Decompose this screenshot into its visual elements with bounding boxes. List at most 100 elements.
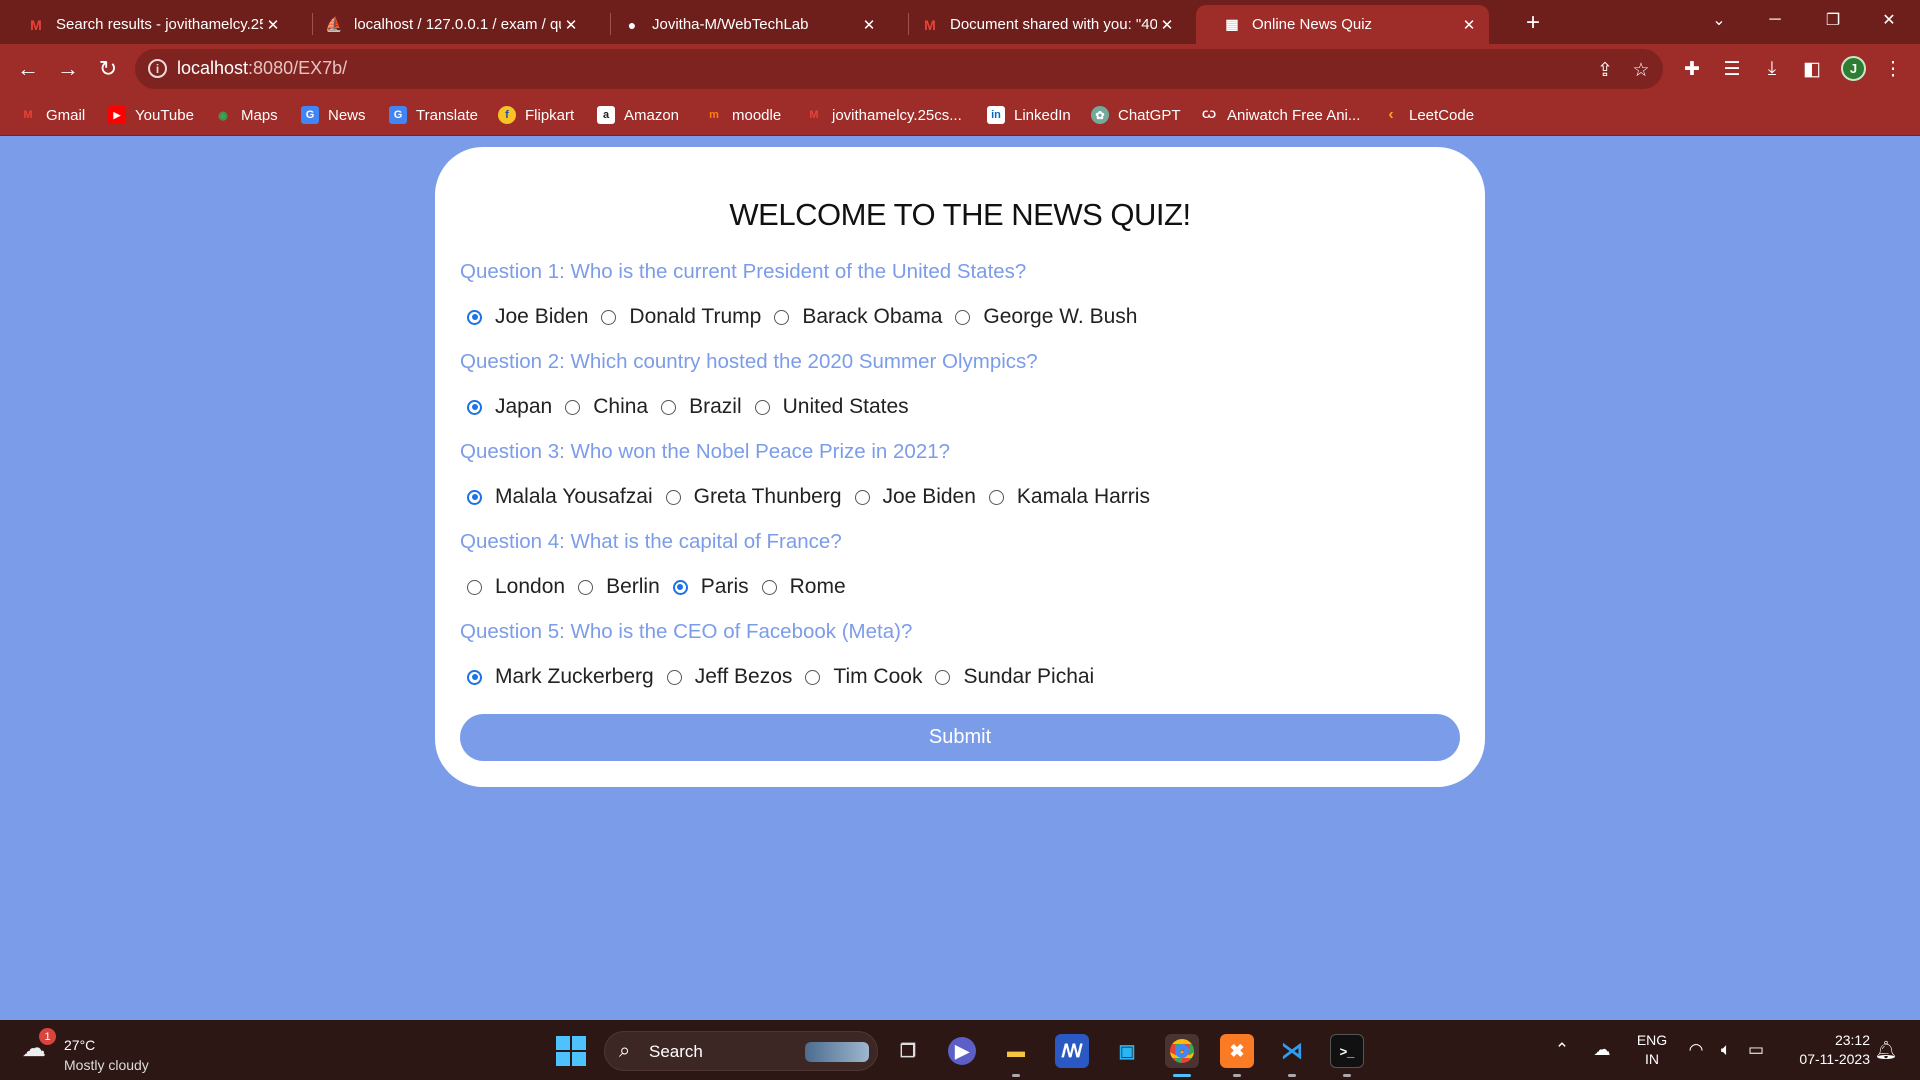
bookmark-flipkart[interactable]: f Flipkart — [498, 103, 574, 127]
bookmark-news[interactable]: G News — [301, 103, 366, 127]
radio-q2-china[interactable] — [565, 399, 581, 415]
option-label[interactable]: China — [593, 395, 648, 419]
bookmark-leetcode[interactable]: ‹ LeetCode — [1382, 103, 1474, 127]
browser-tab[interactable]: M Document shared with you: "40( ✕ — [894, 5, 1187, 44]
bookmark-linkedin[interactable]: in LinkedIn — [987, 103, 1071, 127]
terminal-icon[interactable]: >_ — [1330, 1034, 1364, 1068]
option-label[interactable]: Barack Obama — [802, 305, 942, 329]
bookmark-amazon[interactable]: a Amazon — [597, 103, 679, 127]
window-close-icon[interactable]: ✕ — [1866, 0, 1912, 40]
site-info-icon[interactable]: i — [148, 59, 167, 78]
option-label[interactable]: London — [495, 575, 565, 599]
radio-q1-george-bush[interactable] — [955, 309, 971, 325]
show-hidden-icons-icon[interactable]: ⌃ — [1550, 1038, 1574, 1062]
bookmark-gmail-account[interactable]: Mjovithamelcy.25cs... — [805, 103, 961, 127]
option-label[interactable]: Rome — [790, 575, 846, 599]
start-button[interactable] — [556, 1036, 586, 1066]
language-indicator[interactable]: ENG IN — [1632, 1031, 1672, 1069]
close-icon[interactable]: ✕ — [859, 15, 879, 35]
bookmark-chatgpt[interactable]: ✿ ChatGPT — [1091, 103, 1181, 127]
close-icon[interactable]: ✕ — [561, 15, 581, 35]
browser-tab[interactable]: ⛵ localhost / 127.0.0.1 / exam / qu ✕ — [298, 5, 591, 44]
bookmark-maps[interactable]: ◉ Maps — [214, 103, 278, 127]
menu-kebab-icon[interactable]: ⋮ — [1880, 56, 1906, 82]
radio-q3-joe-biden[interactable] — [854, 489, 870, 505]
option-label[interactable]: Mark Zuckerberg — [495, 665, 654, 689]
radio-q2-united-states[interactable] — [754, 399, 770, 415]
wifi-icon[interactable]: ◠ — [1684, 1038, 1708, 1062]
xampp-icon[interactable]: ✖ — [1220, 1034, 1254, 1068]
address-bar[interactable]: i localhost:8080/EX7b/ ⇪ ☆ — [135, 49, 1663, 89]
option-label[interactable]: Brazil — [689, 395, 742, 419]
submit-button[interactable]: Submit — [460, 714, 1460, 761]
task-view-icon[interactable]: ❐ — [891, 1034, 925, 1068]
remote-desktop-icon[interactable]: ▣ — [1110, 1034, 1144, 1068]
bookmark-star-icon[interactable]: ☆ — [1629, 58, 1653, 82]
file-explorer-icon[interactable]: ▬ — [999, 1034, 1033, 1068]
browser-tab[interactable]: ● Jovitha-M/WebTechLab ✕ — [596, 5, 889, 44]
radio-q4-rome[interactable] — [761, 579, 777, 595]
option-label[interactable]: George W. Bush — [983, 305, 1137, 329]
close-icon[interactable]: ✕ — [263, 15, 283, 35]
profile-avatar[interactable]: J — [1841, 56, 1866, 81]
back-button[interactable]: ← — [12, 53, 44, 85]
option-label[interactable]: Joe Biden — [883, 485, 976, 509]
radio-q5-mark-zuckerberg[interactable] — [467, 669, 482, 685]
radio-q4-berlin[interactable] — [578, 579, 594, 595]
volume-icon[interactable]: 🔈︎ — [1714, 1038, 1738, 1062]
browser-tab[interactable]: M Search results - jovithamelcy.25c ✕ — [0, 5, 293, 44]
battery-icon[interactable]: ▭ — [1744, 1038, 1768, 1062]
option-label[interactable]: Kamala Harris — [1017, 485, 1150, 509]
option-label[interactable]: Sundar Pichai — [963, 665, 1094, 689]
radio-q3-malala-yousafzai[interactable] — [467, 489, 482, 505]
restore-icon[interactable]: ❐ — [1810, 0, 1856, 40]
side-panel-icon[interactable]: ◧ — [1799, 56, 1825, 82]
new-tab-button[interactable]: + — [1518, 8, 1548, 38]
share-icon[interactable]: ⇪ — [1593, 58, 1617, 82]
teams-chat-icon[interactable]: ▶ — [948, 1037, 976, 1065]
radio-q5-sundar-pichai[interactable] — [935, 669, 951, 685]
browser-tab-active[interactable]: ▦ Online News Quiz ✕ — [1196, 5, 1489, 44]
taskbar-search[interactable]: ⌕ Search — [604, 1031, 878, 1071]
option-label[interactable]: Greta Thunberg — [694, 485, 842, 509]
option-label[interactable]: Japan — [495, 395, 552, 419]
download-icon[interactable]: ⤓ — [1759, 56, 1785, 82]
reload-button[interactable]: ↻ — [92, 53, 124, 85]
forward-button[interactable]: → — [52, 53, 84, 85]
option-label[interactable]: Joe Biden — [495, 305, 588, 329]
reading-list-icon[interactable]: ☰ — [1719, 56, 1745, 82]
url-text[interactable]: localhost:8080/EX7b/ — [177, 58, 347, 79]
close-icon[interactable]: ✕ — [1157, 15, 1177, 35]
radio-q5-tim-cook[interactable] — [805, 669, 821, 685]
option-label[interactable]: United States — [783, 395, 909, 419]
option-label[interactable]: Tim Cook — [833, 665, 922, 689]
clock[interactable]: 23:12 07-11-2023 — [1780, 1031, 1870, 1069]
notification-bell-icon[interactable]: 🔔︎ — [1874, 1038, 1898, 1062]
radio-q3-kamala-harris[interactable] — [988, 489, 1004, 505]
bookmark-youtube[interactable]: ▶ YouTube — [108, 103, 194, 127]
bookmark-moodle[interactable]: m moodle — [705, 103, 781, 127]
vscode-icon[interactable]: ⋊ — [1275, 1034, 1309, 1068]
option-label[interactable]: Malala Yousafzai — [495, 485, 653, 509]
option-label[interactable]: Paris — [701, 575, 749, 599]
close-icon[interactable]: ✕ — [1459, 15, 1479, 35]
app-icon[interactable]: ꟿ — [1055, 1034, 1089, 1068]
radio-q5-jeff-bezos[interactable] — [666, 669, 682, 685]
onedrive-icon[interactable]: ☁ — [1590, 1038, 1614, 1062]
radio-q4-london[interactable] — [467, 579, 482, 595]
radio-q1-barack-obama[interactable] — [774, 309, 790, 325]
radio-q2-japan[interactable] — [467, 399, 482, 415]
option-label[interactable]: Berlin — [606, 575, 660, 599]
radio-q2-brazil[interactable] — [661, 399, 677, 415]
bookmark-gmail[interactable]: M Gmail — [19, 103, 85, 127]
bookmark-translate[interactable]: G Translate — [389, 103, 478, 127]
minimize-icon[interactable]: ─ — [1752, 0, 1798, 40]
radio-q4-paris[interactable] — [672, 579, 688, 595]
chrome-icon[interactable] — [1165, 1034, 1199, 1068]
tab-search-icon[interactable]: ⌄ — [1696, 0, 1742, 40]
radio-q1-donald-trump[interactable] — [601, 309, 617, 325]
weather-widget[interactable]: ☁ 1 27°C Mostly cloudy — [22, 1028, 162, 1073]
bookmark-aniwatch[interactable]: Ѡ Aniwatch Free Ani... — [1200, 103, 1360, 127]
radio-q1-joe-biden[interactable] — [467, 309, 482, 325]
option-label[interactable]: Jeff Bezos — [695, 665, 793, 689]
